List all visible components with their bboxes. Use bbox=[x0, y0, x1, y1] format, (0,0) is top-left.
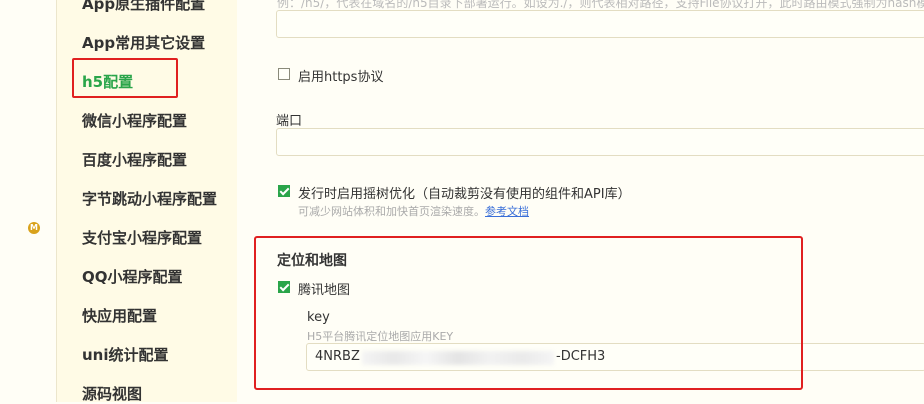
sidebar-item-weixin[interactable]: 微信小程序配置 bbox=[82, 110, 187, 131]
location-section-highlight bbox=[254, 236, 803, 390]
https-label: 启用https协议 bbox=[298, 70, 384, 85]
sidebar-item-app-native-plugin[interactable]: App原生插件配置 bbox=[82, 0, 205, 14]
main-panel: 例：/h5/，代表在域名的/h5目录下部署运行。如设为./，则代表相对路径，支持… bbox=[237, 0, 924, 402]
reference-doc-link[interactable]: 参考文档 bbox=[485, 205, 529, 218]
active-item-highlight bbox=[72, 58, 178, 98]
sidebar-item-bytedance[interactable]: 字节跳动小程序配置 bbox=[82, 188, 217, 209]
port-label: 端口 bbox=[276, 114, 303, 129]
treeshake-hint: 可减少网站体积和加快首页渲染速度。参考文档 bbox=[298, 203, 529, 219]
m-badge-icon: M bbox=[28, 222, 40, 234]
sidebar-item-baidu[interactable]: 百度小程序配置 bbox=[82, 149, 187, 170]
sidebar-item-app-other-settings[interactable]: App常用其它设置 bbox=[82, 32, 205, 53]
treeshake-checkbox[interactable] bbox=[278, 185, 290, 197]
left-gutter: M bbox=[0, 0, 56, 402]
sidebar-item-qq[interactable]: QQ小程序配置 bbox=[82, 266, 183, 287]
sidebar-item-uni-stat[interactable]: uni统计配置 bbox=[82, 344, 169, 365]
sidebar-item-quickapp[interactable]: 快应用配置 bbox=[82, 305, 157, 326]
sidebar-item-alipay[interactable]: 支付宝小程序配置 bbox=[82, 227, 202, 248]
treeshake-hint-text: 可减少网站体积和加快首页渲染速度。 bbox=[298, 205, 485, 218]
router-base-input[interactable] bbox=[276, 10, 924, 38]
port-input[interactable] bbox=[276, 128, 924, 156]
treeshake-label: 发行时启用摇树优化（自动裁剪没有使用的组件和API库） bbox=[298, 187, 631, 202]
https-checkbox[interactable] bbox=[278, 68, 290, 80]
sidebar-item-source-view[interactable]: 源码视图 bbox=[82, 383, 142, 404]
